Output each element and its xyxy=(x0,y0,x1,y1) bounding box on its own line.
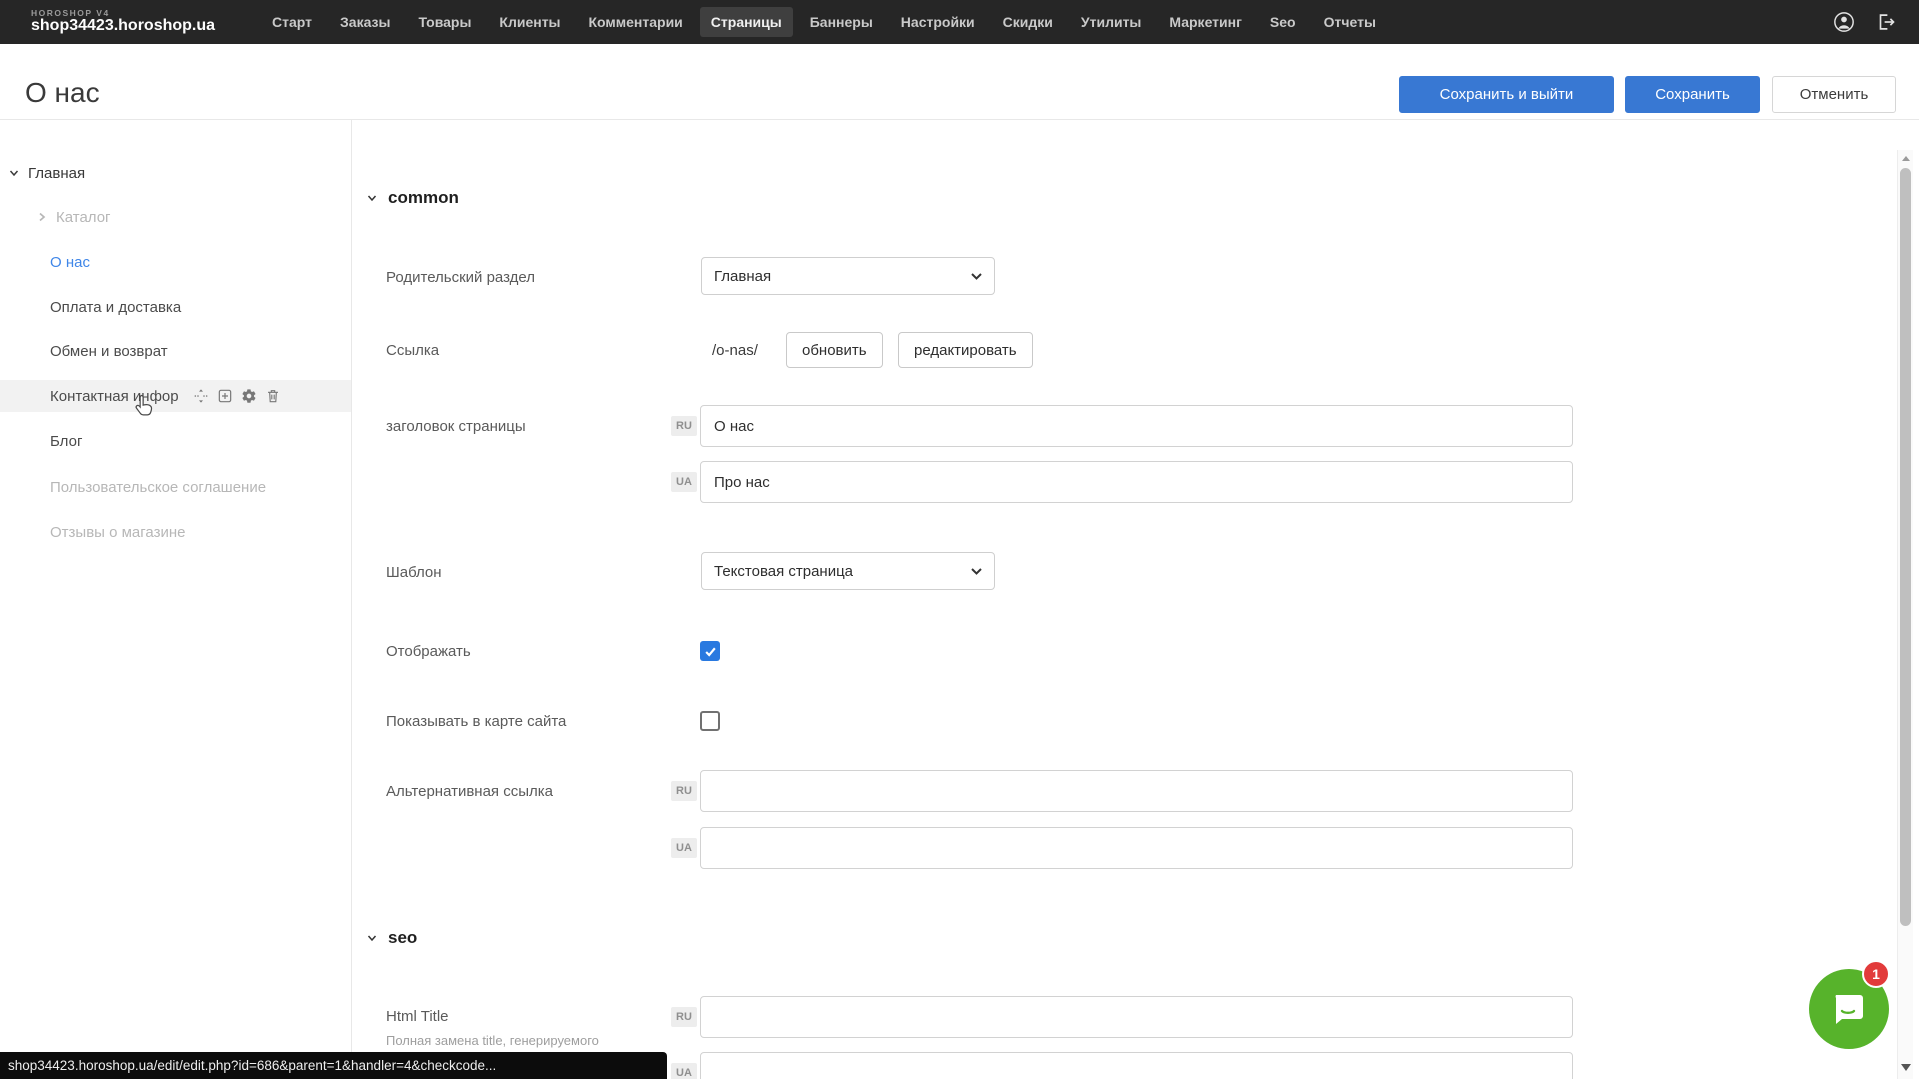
display-checkbox[interactable] xyxy=(700,641,720,661)
sitemap-label: Показывать в карте сайта xyxy=(386,713,566,730)
chevron-down-icon xyxy=(8,167,20,179)
chevron-right-icon xyxy=(36,211,48,223)
html-title-ru-input[interactable] xyxy=(700,996,1573,1038)
gear-icon[interactable] xyxy=(241,388,257,404)
main-nav: Старт Заказы Товары Клиенты Комментарии … xyxy=(261,7,1387,37)
tree-item-actions xyxy=(193,388,281,404)
account-icon[interactable] xyxy=(1833,11,1855,33)
parent-section-value: Главная xyxy=(714,268,771,285)
scrollbar-down-arrow-icon[interactable] xyxy=(1901,1064,1911,1071)
cancel-button[interactable]: Отменить xyxy=(1772,76,1896,113)
pages-tree-sidebar: Главная Каталог О нас Оплата и доставка … xyxy=(0,120,351,1079)
chat-bubble-icon xyxy=(1829,989,1869,1029)
page-title: О нас xyxy=(25,77,100,109)
lang-badge-ru: RU xyxy=(671,781,697,801)
nav-item-products[interactable]: Товары xyxy=(407,7,482,37)
section-seo[interactable]: seo xyxy=(366,928,417,948)
statusbar-url: shop34423.horoshop.ua/edit/edit.php?id=6… xyxy=(8,1058,496,1073)
nav-item-utilities[interactable]: Утилиты xyxy=(1070,7,1152,37)
alt-link-ru-input[interactable] xyxy=(700,770,1573,812)
template-value: Текстовая страница xyxy=(714,563,853,580)
vertical-scrollbar[interactable] xyxy=(1897,150,1913,1079)
tree-item-label: Каталог xyxy=(56,209,111,226)
section-common-label: common xyxy=(388,188,459,208)
tree-item-label: Оплата и доставка xyxy=(50,299,181,316)
save-and-exit-button[interactable]: Сохранить и выйти xyxy=(1399,76,1614,113)
nav-item-orders[interactable]: Заказы xyxy=(329,7,401,37)
link-update-button[interactable]: обновить xyxy=(786,332,883,368)
tree-item-agreement[interactable]: Пользовательское соглашение xyxy=(0,471,351,503)
link-path-value: /o-nas/ xyxy=(712,342,758,359)
display-label: Отображать xyxy=(386,643,471,660)
lang-badge-ru: RU xyxy=(671,1007,697,1027)
nav-item-settings[interactable]: Настройки xyxy=(890,7,986,37)
nav-item-banners[interactable]: Баннеры xyxy=(799,7,884,37)
section-seo-label: seo xyxy=(388,928,417,948)
template-select[interactable]: Текстовая страница xyxy=(701,552,995,590)
trash-icon[interactable] xyxy=(265,388,281,404)
tree-item-label: О нас xyxy=(50,254,90,271)
tree-item-blog[interactable]: Блог xyxy=(0,425,351,457)
chevron-down-icon xyxy=(366,192,378,204)
tree-item-label: Отзывы о магазине xyxy=(50,524,185,541)
nav-item-comments[interactable]: Комментарии xyxy=(578,7,694,37)
chevron-down-icon xyxy=(366,932,378,944)
top-navigation-bar: HOROSHOP V4 shop34423.horoshop.ua Старт … xyxy=(0,0,1919,44)
logout-icon[interactable] xyxy=(1875,11,1897,33)
nav-item-reports[interactable]: Отчеты xyxy=(1313,7,1387,37)
tree-item-katalog[interactable]: Каталог xyxy=(0,201,351,233)
nav-item-discounts[interactable]: Скидки xyxy=(992,7,1064,37)
nav-item-seo[interactable]: Seo xyxy=(1259,7,1307,37)
parent-section-select[interactable]: Главная xyxy=(701,257,995,295)
tree-item-label: Контактная инфор xyxy=(50,388,179,405)
drag-move-icon[interactable] xyxy=(193,388,209,404)
lang-badge-ua: UA xyxy=(671,1063,697,1079)
link-preview-statusbar: shop34423.horoshop.ua/edit/edit.php?id=6… xyxy=(0,1052,667,1079)
sidebar-divider xyxy=(351,120,352,1079)
nav-item-marketing[interactable]: Маркетинг xyxy=(1158,7,1253,37)
lang-badge-ua: UA xyxy=(671,472,697,492)
tree-item-kontaktnaya[interactable]: Контактная инфор xyxy=(0,380,351,412)
chevron-down-icon xyxy=(971,568,982,575)
scrollbar-thumb[interactable] xyxy=(1900,168,1911,926)
alt-link-label: Альтернативная ссылка xyxy=(386,783,553,800)
check-icon xyxy=(704,645,717,658)
save-button[interactable]: Сохранить xyxy=(1625,76,1760,113)
tree-item-label: Пользовательское соглашение xyxy=(50,479,266,496)
tree-item-label: Блог xyxy=(50,433,82,450)
sitemap-checkbox[interactable] xyxy=(700,711,720,731)
link-label: Ссылка xyxy=(386,342,439,359)
nav-item-start[interactable]: Старт xyxy=(261,7,323,37)
tree-item-o-nas[interactable]: О нас xyxy=(0,246,351,278)
lang-badge-ua: UA xyxy=(671,838,697,858)
link-edit-button[interactable]: редактировать xyxy=(898,332,1033,368)
html-title-label: Html Title xyxy=(386,1008,449,1025)
section-common[interactable]: common xyxy=(366,188,459,208)
tree-item-label: Главная xyxy=(28,165,85,182)
html-title-ua-input[interactable] xyxy=(700,1052,1573,1079)
template-label: Шаблон xyxy=(386,564,442,581)
tree-item-reviews[interactable]: Отзывы о магазине xyxy=(0,516,351,548)
scrollbar-up-arrow-icon[interactable] xyxy=(1902,156,1910,161)
page-title-ua-input[interactable] xyxy=(700,461,1573,503)
chevron-down-icon xyxy=(971,273,982,280)
tree-item-oplata[interactable]: Оплата и доставка xyxy=(0,291,351,323)
tree-item-glavnaya[interactable]: Главная xyxy=(0,157,351,189)
alt-link-ua-input[interactable] xyxy=(700,827,1573,869)
nav-item-pages[interactable]: Страницы xyxy=(700,7,793,37)
nav-item-clients[interactable]: Клиенты xyxy=(488,7,571,37)
lang-badge-ru: RU xyxy=(671,416,697,436)
tree-item-obmen[interactable]: Обмен и возврат xyxy=(0,335,351,367)
parent-section-label: Родительский раздел xyxy=(386,269,535,286)
chat-unread-badge: 1 xyxy=(1862,960,1890,988)
page-title-field-label: заголовок страницы xyxy=(386,418,526,435)
add-page-icon[interactable] xyxy=(217,388,233,404)
brand-domain-label: shop34423.horoshop.ua xyxy=(31,18,215,35)
brand-logo[interactable]: HOROSHOP V4 shop34423.horoshop.ua xyxy=(31,9,215,35)
tree-item-label: Обмен и возврат xyxy=(50,343,168,360)
page-title-ru-input[interactable] xyxy=(700,405,1573,447)
html-title-hint: Полная замена title, генерируемого xyxy=(386,1033,599,1048)
